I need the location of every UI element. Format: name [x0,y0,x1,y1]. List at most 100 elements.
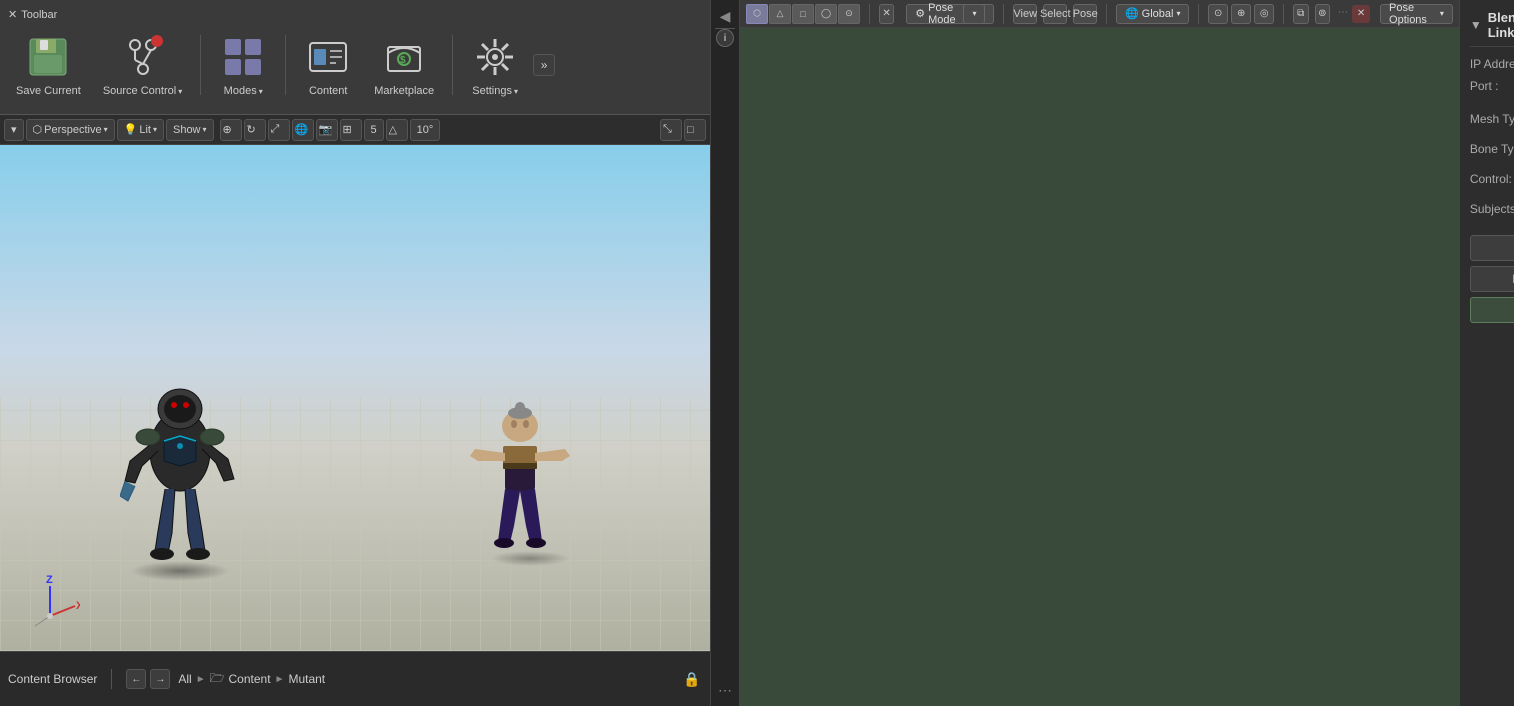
vt-dropdown-btn[interactable]: ▾ [4,119,24,141]
ll-bone-type-row: Bone Type: Armature ▾ [1470,137,1514,161]
transform-btn[interactable]: ⊕ [220,119,242,141]
pose-mode-btn[interactable]: ⚙ Pose Mode ▾ [906,4,994,24]
snap-btn[interactable]: △ [386,119,408,141]
modes-button[interactable]: Modes ▾ [211,29,275,101]
cb-mutant-label[interactable]: Mutant [288,672,325,686]
grid-btn[interactable]: ⊞ [340,119,362,141]
global-btn[interactable]: 🌐 Global ▾ [1116,4,1190,24]
settings-icon [471,33,519,81]
ll-ip-row: IP Address : 127.0.0.1 [1470,57,1514,71]
ll-subjects-label: Subjects: [1470,202,1514,216]
blender-close-btn[interactable]: ✕ [1352,5,1370,23]
view-nav-btn[interactable]: View [1013,4,1037,24]
angle-btn[interactable]: 10° [410,119,441,141]
cb-folder-icon: 🗁 [210,669,225,690]
toolbar-title: ✕ Toolbar [8,8,57,21]
shadow-left [130,561,230,581]
lit-btn[interactable]: 💡 Lit ▾ [117,119,164,141]
mid-bottom-btn[interactable]: ⋯ [713,678,737,702]
blender-viewport-area: ⬡ △ □ ◯ ⊙ ✕ ⚙ Pose Mode ▾ View Select [740,0,1459,706]
source-control-label: Source Control [103,85,176,97]
settings-button[interactable]: Settings ▾ [463,29,527,101]
save-current-label: Save Current [16,85,81,97]
snap-btn-blender[interactable]: ⊕ [1231,4,1251,24]
marketplace-button[interactable]: $ Marketplace [366,29,442,101]
marketplace-icon: $ [380,33,428,81]
mid-panel-collapse-btn[interactable]: ◀ [713,4,737,28]
save-current-button[interactable]: Save Current [8,29,89,101]
cb-all-label[interactable]: All [178,672,191,686]
content-browser-title: Content Browser [8,672,97,686]
content-browser-breadcrumb: All ► 🗁 Content ► Mutant [178,669,325,690]
cb-forward-btn[interactable]: → [150,669,170,689]
ll-control-row: Control: Bone Control (Individual Animat… [1470,167,1514,191]
content-browser-nav: ← → [126,669,170,689]
world-btn[interactable]: 🌐 [292,119,314,141]
mid-info-icon[interactable]: i [716,29,734,47]
expand-viewport-btn[interactable]: ⤡ [660,119,682,141]
modes-arrow: ▾ [259,87,263,96]
toolbar-expand-button[interactable]: » [533,54,555,76]
sel-edge-btn[interactable]: △ [769,4,791,24]
select-nav-btn[interactable]: Select [1043,4,1067,24]
monk-character [470,381,570,551]
grid-number[interactable]: 5 [364,119,384,141]
header-dots: ⋯ [1336,5,1350,23]
ll-subjects-row: Subjects: Mutant ▾ [1470,197,1514,221]
modes-icon [219,33,267,81]
source-control-button[interactable]: Source Control ▾ [95,29,190,101]
mirror-btn[interactable]: ⧉ [1293,4,1309,24]
pose-mode-icon: ⚙ [915,7,925,20]
source-control-icon [119,33,167,81]
marketplace-label: Marketplace [374,85,434,97]
mutant-character [120,371,240,571]
sel-vertex-btn[interactable]: ⬡ [746,4,768,24]
toolbar-sep-1 [869,4,870,24]
ue-3d-viewport[interactable]: Z X [0,145,710,651]
remove-subject-button[interactable]: Remove subject [1470,266,1514,292]
content-browser: Content Browser ← → All ► 🗁 Content ► Mu… [0,651,710,706]
cb-content-label[interactable]: Content [229,672,271,686]
cb-divider [111,669,112,689]
shadow-right [490,551,570,566]
modes-label: Modes [224,85,257,97]
add-subjects-button[interactable]: Add subjects [1470,235,1514,261]
ll-port-label: Port : [1470,79,1514,93]
scale-btn[interactable]: ⤢ [268,119,290,141]
sel-other-btn[interactable]: ◯ [815,4,837,24]
settings-label: Settings [472,85,512,97]
cb-back-btn[interactable]: ← [126,669,146,689]
ll-spacer-2 [1470,227,1514,235]
toolbar-title-icon: ✕ [8,8,17,21]
axis-gizmo: Z X [20,571,80,631]
proportional-2-btn[interactable]: ◎ [1254,4,1274,24]
cb-lock-btn[interactable]: 🔒 [682,669,702,689]
sel-face-btn[interactable]: □ [792,4,814,24]
show-btn[interactable]: Show ▾ [166,119,214,141]
viewport-toolbar: ▾ ⬡ Perspective ▾ 💡 Lit ▾ Show ▾ ⊕ ↻ ⤢ 🌐… [0,115,710,145]
blender-header-icon-1[interactable]: ✕ [879,4,895,24]
proportional-edit-btn[interactable]: ⊙ [1208,4,1228,24]
rotate-btn[interactable]: ↻ [244,119,266,141]
toolbar-divider-2 [285,35,286,95]
save-icon [24,33,72,81]
perspective-icon: ⬡ [33,123,43,136]
content-icon [304,33,352,81]
pose-nav-btn[interactable]: Pose [1073,4,1097,24]
restore-viewport-btn[interactable]: □ [684,119,706,141]
svg-text:X: X [76,600,80,612]
ll-collapse-btn[interactable]: ▼ [1470,18,1482,32]
ll-title: Blender Unreal Live Link [1488,10,1514,40]
toolbar-sep-2 [1003,4,1004,24]
right-panel: ⬡ △ □ ◯ ⊙ ✕ ⚙ Pose Mode ▾ View Select [740,0,1514,706]
pose-options-btn[interactable]: Pose Options ▾ [1380,4,1453,24]
perspective-btn[interactable]: ⬡ Perspective ▾ [26,119,115,141]
sel-another-btn[interactable]: ⊙ [838,4,860,24]
camera-btn[interactable]: 📷 [316,119,338,141]
svg-text:$: $ [400,55,406,66]
cb-arrow-2: ► [275,674,285,685]
onion-btn[interactable]: ⊚ [1315,4,1331,24]
ll-bone-type-label: Bone Type: [1470,142,1514,156]
content-button[interactable]: Content [296,29,360,101]
start-live-link-button[interactable]: Start Live Link [1470,297,1514,323]
